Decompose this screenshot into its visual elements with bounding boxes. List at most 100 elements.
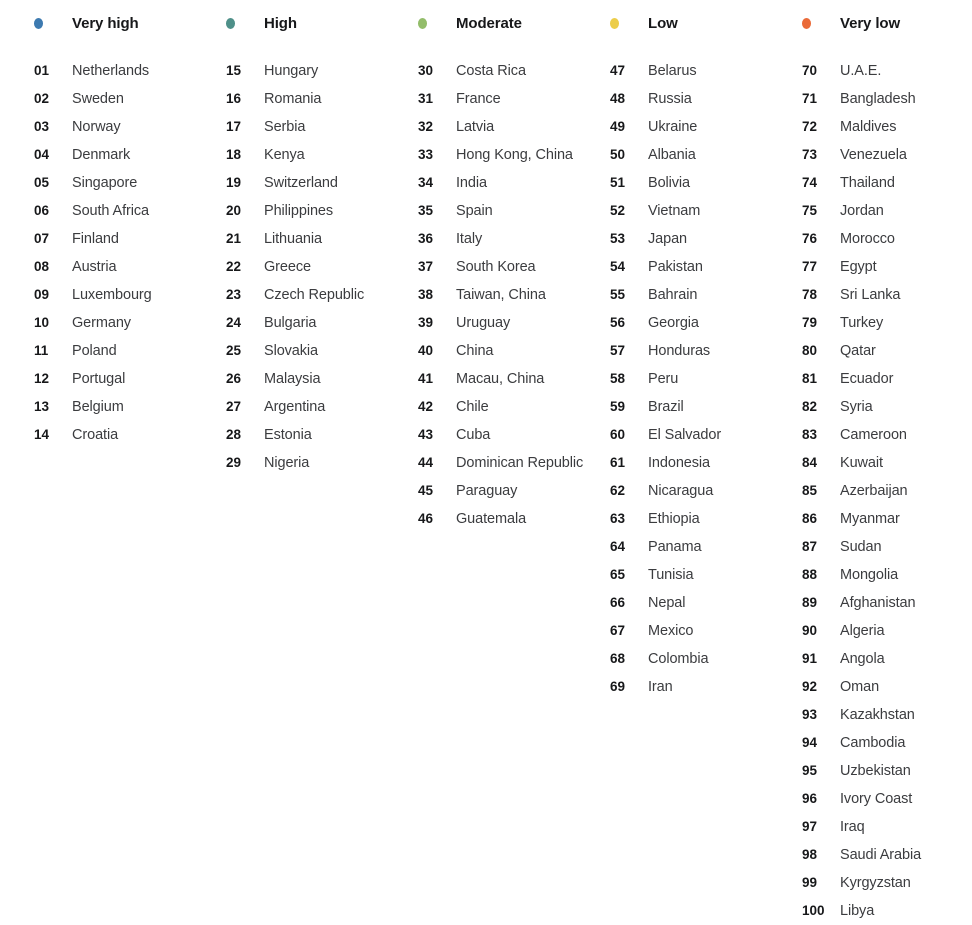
list-item[interactable]: 45 Paraguay [418, 477, 610, 505]
list-item[interactable]: 18 Kenya [226, 141, 418, 169]
list-item[interactable]: 20 Philippines [226, 197, 418, 225]
list-item[interactable]: 40 China [418, 337, 610, 365]
list-item[interactable]: 44 Dominican Republic [418, 449, 610, 477]
list-item[interactable]: 35 Spain [418, 197, 610, 225]
list-item[interactable]: 12 Portugal [34, 365, 226, 393]
list-item[interactable]: 05 Singapore [34, 169, 226, 197]
list-item[interactable]: 09 Luxembourg [34, 281, 226, 309]
list-item[interactable]: 10 Germany [34, 309, 226, 337]
list-item[interactable]: 90 Algeria [802, 617, 972, 645]
list-item[interactable]: 86 Myanmar [802, 505, 972, 533]
list-item[interactable]: 74 Thailand [802, 169, 972, 197]
list-item[interactable]: 03 Norway [34, 113, 226, 141]
list-item[interactable]: 87 Sudan [802, 533, 972, 561]
list-item[interactable]: 78 Sri Lanka [802, 281, 972, 309]
list-item[interactable]: 11 Poland [34, 337, 226, 365]
list-item[interactable]: 06 South Africa [34, 197, 226, 225]
list-item[interactable]: 73 Venezuela [802, 141, 972, 169]
list-item[interactable]: 02 Sweden [34, 85, 226, 113]
list-item[interactable]: 91 Angola [802, 645, 972, 673]
list-item[interactable]: 92 Oman [802, 673, 972, 701]
list-item[interactable]: 59 Brazil [610, 393, 802, 421]
list-item[interactable]: 64 Panama [610, 533, 802, 561]
list-item[interactable]: 75 Jordan [802, 197, 972, 225]
list-item[interactable]: 83 Cameroon [802, 421, 972, 449]
list-item[interactable]: 96 Ivory Coast [802, 785, 972, 813]
list-item[interactable]: 58 Peru [610, 365, 802, 393]
list-item[interactable]: 31 France [418, 85, 610, 113]
list-item[interactable]: 62 Nicaragua [610, 477, 802, 505]
list-item[interactable]: 22 Greece [226, 253, 418, 281]
list-item[interactable]: 61 Indonesia [610, 449, 802, 477]
list-item[interactable]: 69 Iran [610, 673, 802, 701]
list-item[interactable]: 26 Malaysia [226, 365, 418, 393]
list-item[interactable]: 84 Kuwait [802, 449, 972, 477]
list-item[interactable]: 32 Latvia [418, 113, 610, 141]
list-item[interactable]: 71 Bangladesh [802, 85, 972, 113]
list-item[interactable]: 81 Ecuador [802, 365, 972, 393]
list-item[interactable]: 65 Tunisia [610, 561, 802, 589]
list-item[interactable]: 60 El Salvador [610, 421, 802, 449]
list-item[interactable]: 68 Colombia [610, 645, 802, 673]
list-item[interactable]: 67 Mexico [610, 617, 802, 645]
list-item[interactable]: 99 Kyrgyzstan [802, 869, 972, 897]
list-item[interactable]: 51 Bolivia [610, 169, 802, 197]
list-item[interactable]: 97 Iraq [802, 813, 972, 841]
list-item[interactable]: 98 Saudi Arabia [802, 841, 972, 869]
list-item[interactable]: 04 Denmark [34, 141, 226, 169]
list-item[interactable]: 48 Russia [610, 85, 802, 113]
list-item[interactable]: 80 Qatar [802, 337, 972, 365]
list-item[interactable]: 24 Bulgaria [226, 309, 418, 337]
list-item[interactable]: 21 Lithuania [226, 225, 418, 253]
list-item[interactable]: 08 Austria [34, 253, 226, 281]
list-item[interactable]: 49 Ukraine [610, 113, 802, 141]
list-item[interactable]: 43 Cuba [418, 421, 610, 449]
list-item[interactable]: 19 Switzerland [226, 169, 418, 197]
list-item[interactable]: 33 Hong Kong, China [418, 141, 610, 169]
list-item[interactable]: 16 Romania [226, 85, 418, 113]
list-item[interactable]: 01 Netherlands [34, 57, 226, 85]
list-item[interactable]: 47 Belarus [610, 57, 802, 85]
list-item[interactable]: 94 Cambodia [802, 729, 972, 757]
list-item[interactable]: 15 Hungary [226, 57, 418, 85]
list-item[interactable]: 89 Afghanistan [802, 589, 972, 617]
list-item[interactable]: 36 Italy [418, 225, 610, 253]
list-item[interactable]: 79 Turkey [802, 309, 972, 337]
list-item[interactable]: 23 Czech Republic [226, 281, 418, 309]
list-item[interactable]: 46 Guatemala [418, 505, 610, 533]
list-item[interactable]: 55 Bahrain [610, 281, 802, 309]
list-item[interactable]: 85 Azerbaijan [802, 477, 972, 505]
list-item[interactable]: 17 Serbia [226, 113, 418, 141]
list-item[interactable]: 37 South Korea [418, 253, 610, 281]
list-item[interactable]: 53 Japan [610, 225, 802, 253]
list-item[interactable]: 25 Slovakia [226, 337, 418, 365]
list-item[interactable]: 54 Pakistan [610, 253, 802, 281]
list-item[interactable]: 56 Georgia [610, 309, 802, 337]
list-item[interactable]: 93 Kazakhstan [802, 701, 972, 729]
list-item[interactable]: 57 Honduras [610, 337, 802, 365]
list-item[interactable]: 28 Estonia [226, 421, 418, 449]
list-item[interactable]: 34 India [418, 169, 610, 197]
list-item[interactable]: 27 Argentina [226, 393, 418, 421]
list-item[interactable]: 76 Morocco [802, 225, 972, 253]
list-item[interactable]: 07 Finland [34, 225, 226, 253]
list-item[interactable]: 41 Macau, China [418, 365, 610, 393]
list-item[interactable]: 95 Uzbekistan [802, 757, 972, 785]
list-item[interactable]: 70 U.A.E. [802, 57, 972, 85]
list-item[interactable]: 42 Chile [418, 393, 610, 421]
list-item[interactable]: 30 Costa Rica [418, 57, 610, 85]
list-item[interactable]: 72 Maldives [802, 113, 972, 141]
list-item[interactable]: 29 Nigeria [226, 449, 418, 477]
list-item[interactable]: 13 Belgium [34, 393, 226, 421]
list-item[interactable]: 50 Albania [610, 141, 802, 169]
list-item[interactable]: 52 Vietnam [610, 197, 802, 225]
list-item[interactable]: 14 Croatia [34, 421, 226, 449]
list-item[interactable]: 77 Egypt [802, 253, 972, 281]
list-item[interactable]: 66 Nepal [610, 589, 802, 617]
list-item[interactable]: 82 Syria [802, 393, 972, 421]
list-item[interactable]: 63 Ethiopia [610, 505, 802, 533]
list-item[interactable]: 88 Mongolia [802, 561, 972, 589]
list-item[interactable]: 100 Libya [802, 897, 972, 925]
list-item[interactable]: 38 Taiwan, China [418, 281, 610, 309]
list-item[interactable]: 39 Uruguay [418, 309, 610, 337]
